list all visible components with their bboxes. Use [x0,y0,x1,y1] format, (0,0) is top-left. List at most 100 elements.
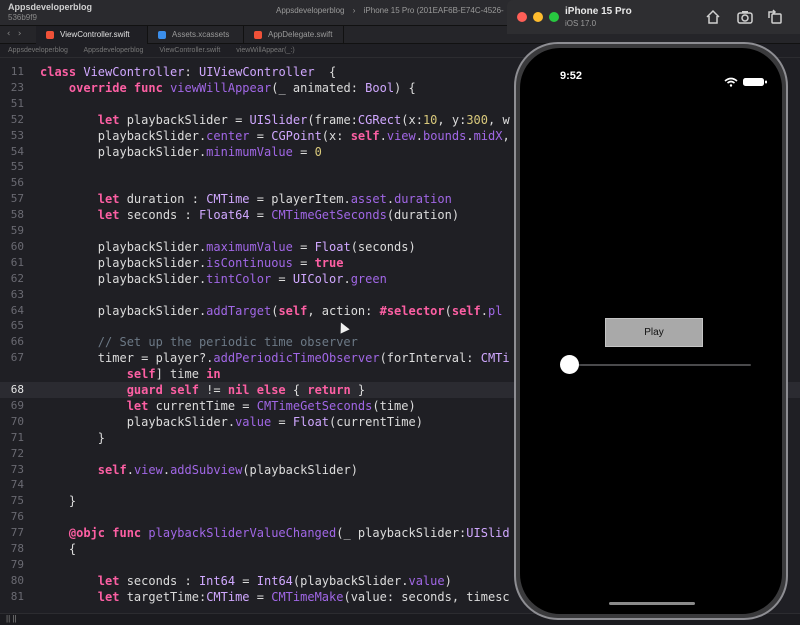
code-token: self [451,303,481,318]
code-token: , y: [437,112,467,127]
line-number[interactable]: 53 [0,128,24,144]
line-number[interactable]: 74 [0,477,24,493]
line-number[interactable]: 64 [0,303,24,319]
simulator-os-version: iOS 17.0 [565,19,597,28]
code-text: self] time in [40,366,221,382]
line-number[interactable]: 81 [0,589,24,605]
code-token: (duration) [386,208,460,223]
tab-assets[interactable]: Assets.xcassets [148,26,244,44]
nav-arrows[interactable]: ‹ › [6,29,22,39]
line-number[interactable]: 68 [0,382,24,398]
line-number[interactable]: 56 [0,175,24,191]
zoom-window-button[interactable] [549,12,559,22]
line-number[interactable]: 78 [0,541,24,557]
line-number[interactable]: 69 [0,398,24,414]
code-token: view [386,128,416,143]
play-button[interactable]: Play [605,318,703,347]
line-number[interactable]: 60 [0,239,24,255]
code-token: (_ animated: [271,80,366,95]
code-token: = [271,271,293,286]
code-token: UISlid [466,526,510,541]
minimize-window-button[interactable] [533,12,543,22]
code-text: playbackSlider.value = Float(currentTime… [40,414,423,430]
code-token: (time) [372,398,416,413]
simulator-device-name: iPhone 15 Pro [565,6,632,17]
code-token: CGRect [357,112,402,127]
code-token: UIViewController [198,65,315,79]
scheme-target[interactable]: Appsdeveloperblog [276,6,345,15]
line-number[interactable]: 80 [0,573,24,589]
code-token: } [350,383,366,397]
project-name[interactable]: Appsdeveloperblog [8,2,92,12]
code-token: ) { [394,80,416,95]
code-token: 300 [466,112,488,127]
line-number[interactable]: 70 [0,414,24,430]
code-token: CMTimeGetSeconds [256,398,373,413]
jumpbar-item[interactable]: viewWillAppear(_:) [236,47,294,54]
code-token: { [314,65,337,79]
code-token: timer = player?. [40,351,214,366]
line-number[interactable]: 54 [0,144,24,160]
line-number[interactable]: 52 [0,112,24,128]
screenshot-icon[interactable] [736,8,754,26]
line-number[interactable]: 72 [0,446,24,462]
scheme-destination[interactable]: iPhone 15 Pro (201EAF6B-E74C-4526- [364,6,504,15]
code-token: playbackSlider. [40,239,207,254]
jumpbar-item[interactable]: Appsdeveloperblog [84,47,144,54]
simulator-toolbar: iPhone 15 Pro iOS 17.0 [507,0,800,34]
line-number[interactable]: 73 [0,462,24,478]
code-token: CMTimeMake [271,589,344,604]
line-number[interactable]: 76 [0,509,24,525]
line-number[interactable]: 51 [0,96,24,112]
code-token: view [133,462,163,477]
jumpbar-item[interactable]: Appsdeveloperblog [8,47,68,54]
jumpbar-item[interactable]: ViewController.swift [159,47,220,54]
line-number[interactable]: 67 [0,350,24,366]
line-number[interactable]: 63 [0,287,24,303]
line-number[interactable]: 58 [0,207,24,223]
code-token: playbackSlider. [40,255,207,270]
code-text: class ViewController: UIViewController { [40,64,336,80]
scheme-selector[interactable]: Appsdeveloperblog › iPhone 15 Pro (201EA… [276,6,506,20]
code-token: self [350,128,380,143]
code-token: CMTi [480,351,510,366]
line-number[interactable]: 59 [0,223,24,239]
playback-slider-track[interactable] [566,364,751,366]
line-number[interactable]: 61 [0,255,24,271]
home-indicator[interactable] [609,602,695,605]
line-number[interactable]: 11 [0,64,24,80]
line-number[interactable]: 62 [0,271,24,287]
battery-icon [743,78,767,86]
rotate-icon[interactable] [766,8,784,26]
back-arrow-icon[interactable]: ‹ [6,29,11,39]
tab-viewcontroller[interactable]: ViewController.swift [36,26,148,44]
tab-appdelegate[interactable]: AppDelegate.swift [244,26,344,44]
line-number[interactable]: 79 [0,557,24,573]
code-token: addTarget [206,303,272,318]
code-token: , [502,128,510,143]
code-token: bounds [422,128,467,143]
code-token: . [480,303,488,318]
line-number[interactable]: 65 [0,318,24,334]
close-window-button[interactable] [517,12,527,22]
line-number[interactable]: 55 [0,159,24,175]
code-token: playbackSlider. [40,414,236,429]
code-token: = [271,414,293,429]
line-number[interactable]: 71 [0,430,24,446]
home-icon[interactable] [704,8,722,26]
playback-slider-thumb[interactable] [559,355,579,374]
line-number[interactable]: 66 [0,334,24,350]
code-text: playbackSlider.center = CGPoint(x: self.… [40,128,510,144]
line-number[interactable]: 75 [0,493,24,509]
code-token: (x: [321,128,351,143]
code-token: playbackSliderValueChanged [148,526,337,541]
code-token: Float64 [198,208,250,223]
code-token: (currentTime) [329,414,423,429]
line-number[interactable]: 77 [0,525,24,541]
code-text: override func viewWillAppear(_ animated:… [40,80,416,96]
line-number[interactable]: 57 [0,191,24,207]
line-number[interactable]: 23 [0,80,24,96]
forward-arrow-icon[interactable]: › [17,29,22,39]
